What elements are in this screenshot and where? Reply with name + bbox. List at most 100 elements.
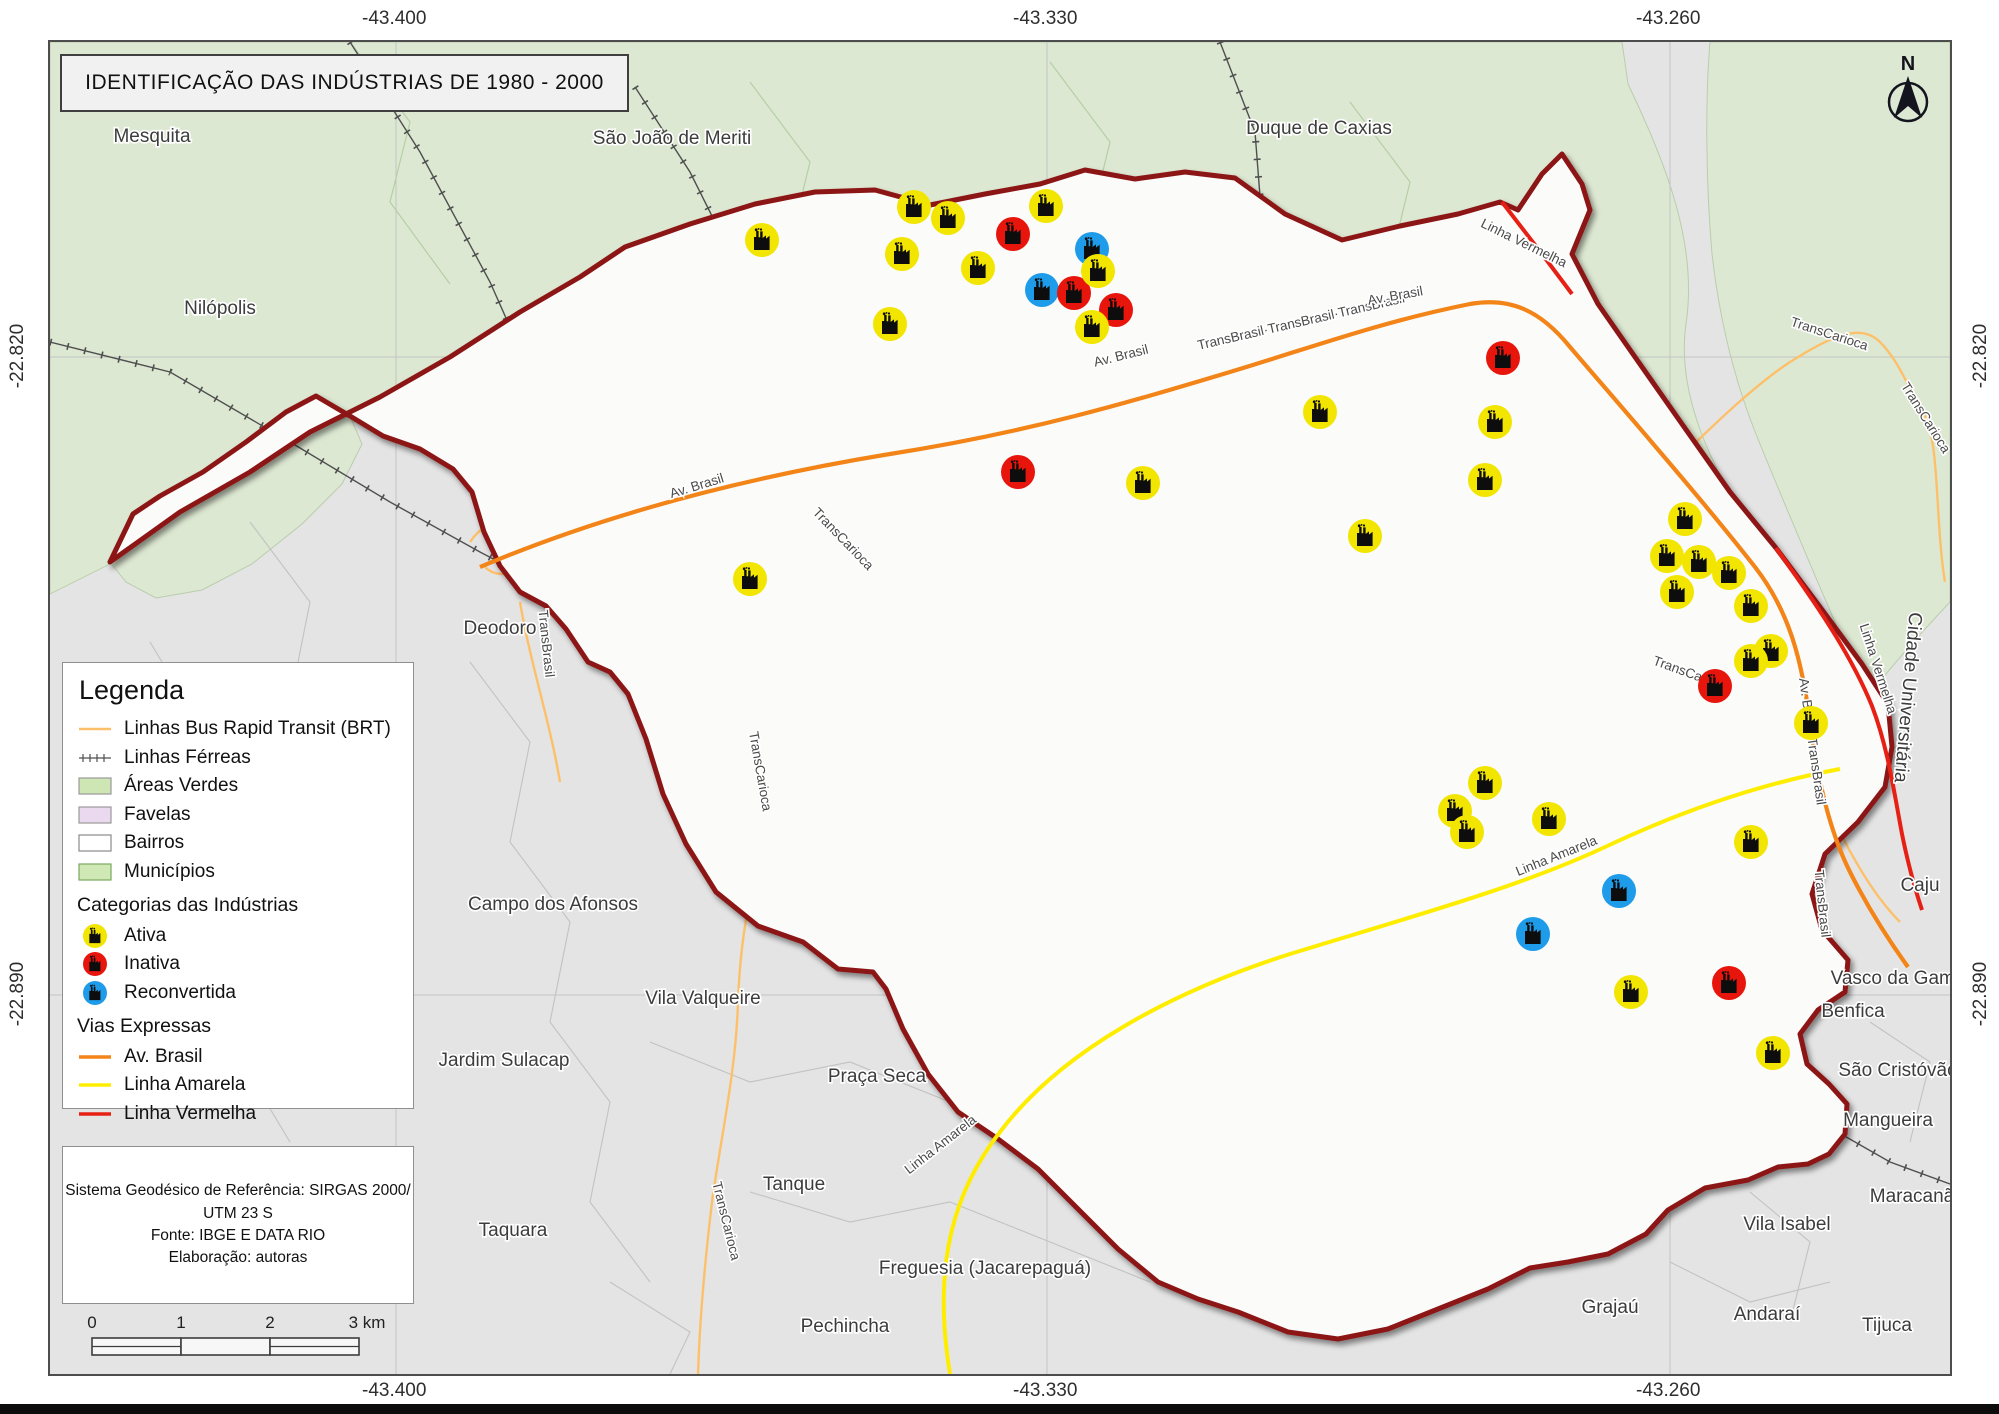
marker-ativa	[1303, 395, 1337, 429]
legend-item-label: Linha Amarela	[124, 1074, 245, 1096]
marker-ativa	[733, 562, 767, 596]
legend-item: Favelas	[77, 802, 399, 828]
place-label: Deodoro	[464, 618, 537, 639]
coord-bottom-2: -43.330	[1013, 1380, 1077, 1402]
place-label: Mangueira	[1843, 1110, 1933, 1131]
bottom-strip	[0, 1404, 1999, 1414]
legend-line-swatch	[77, 1072, 113, 1098]
legend-item: Linhas Bus Rapid Transit (BRT)	[77, 716, 399, 742]
place-label: Jardim Sulacap	[439, 1050, 570, 1071]
place-label: São João de Meriti	[593, 128, 751, 149]
legend-area-swatch	[77, 802, 113, 828]
marker-ativa	[1734, 644, 1768, 678]
legend-item: Linha Vermelha	[77, 1101, 399, 1127]
place-label: Tanque	[763, 1174, 825, 1195]
legend-railway-swatch	[77, 745, 113, 771]
legend-line-swatch	[77, 1101, 113, 1127]
legend-item-label: Favelas	[124, 804, 191, 826]
legend-marker-swatch	[77, 951, 113, 977]
place-label: Caju	[1900, 875, 1939, 896]
place-label: Praça Seca	[828, 1066, 927, 1087]
place-label: Taquara	[479, 1220, 548, 1241]
legend-marker-swatch	[77, 980, 113, 1006]
marker-reconvertida	[1025, 273, 1059, 307]
marker-ativa	[1756, 1036, 1790, 1070]
coord-top-1: -43.400	[362, 8, 426, 30]
scale-label-0: 0	[87, 1313, 96, 1332]
marker-ativa	[1668, 502, 1702, 536]
marker-inativa	[1698, 669, 1732, 703]
scale-label-1: 1	[176, 1313, 185, 1332]
legend-item: Áreas Verdes	[77, 773, 399, 799]
north-arrow-label: N	[1901, 53, 1915, 75]
legend-item-label: Inativa	[124, 953, 180, 975]
marker-ativa	[1682, 545, 1716, 579]
marker-ativa	[1794, 706, 1828, 740]
legend-item-label: Linhas Férreas	[124, 747, 251, 769]
scale-label-2: 2	[265, 1313, 274, 1332]
place-label: Maracanã	[1870, 1186, 1950, 1207]
place-label: Pechincha	[801, 1316, 890, 1337]
place-label: Benfica	[1821, 1001, 1885, 1022]
place-label: São Cristóvão	[1838, 1060, 1950, 1081]
marker-ativa	[1348, 519, 1382, 553]
marker-inativa	[996, 217, 1030, 251]
coord-left-1: -22.820	[7, 320, 29, 392]
legend-line-swatch	[77, 1044, 113, 1070]
legend-section-heading: Vias Expressas	[77, 1015, 399, 1038]
marker-ativa	[1734, 825, 1768, 859]
marker-ativa	[1712, 556, 1746, 590]
place-label: Campo dos Afonsos	[468, 894, 638, 915]
info-line-4: Elaboração: autoras	[169, 1247, 308, 1269]
legend-item-label: Municípios	[124, 861, 215, 883]
marker-reconvertida	[1602, 874, 1636, 908]
coord-right-1: -22.820	[1970, 320, 1992, 392]
marker-inativa	[1001, 455, 1035, 489]
marker-ativa	[961, 251, 995, 285]
marker-ativa	[897, 190, 931, 224]
legend-area-swatch	[77, 773, 113, 799]
legend-item-label: Av. Brasil	[124, 1046, 203, 1068]
marker-inativa	[1486, 341, 1520, 375]
legend-panel: Legenda Linhas Bus Rapid Transit (BRT) Li…	[62, 662, 414, 1109]
reference-info-box: Sistema Geodésico de Referência: SIRGAS …	[62, 1146, 414, 1304]
marker-ativa	[1468, 766, 1502, 800]
marker-reconvertida	[1516, 917, 1550, 951]
coord-right-2: -22.890	[1970, 958, 1992, 1030]
legend-title: Legenda	[79, 675, 399, 706]
coord-top-3: -43.260	[1636, 8, 1700, 30]
legend-item: Linhas Férreas	[77, 745, 399, 771]
legend-area-swatch	[77, 830, 113, 856]
legend-item: Linha Amarela	[77, 1072, 399, 1098]
map-layout-page: -43.400 -43.330 -43.260 -43.400 -43.330 …	[0, 0, 1999, 1414]
marker-ativa	[931, 201, 965, 235]
marker-ativa	[1650, 539, 1684, 573]
marker-ativa	[1450, 815, 1484, 849]
marker-ativa	[1081, 254, 1115, 288]
place-label: Duque de Caxias	[1246, 118, 1392, 139]
place-label: Andaraí	[1734, 1304, 1801, 1325]
legend-item-label: Linha Vermelha	[124, 1103, 256, 1125]
marker-ativa	[1478, 405, 1512, 439]
marker-ativa	[1075, 310, 1109, 344]
legend-item: Municípios	[77, 859, 399, 885]
place-label: Grajaú	[1581, 1297, 1638, 1318]
legend-item: Inativa	[77, 951, 399, 977]
legend-area-swatch	[77, 859, 113, 885]
info-line-1: Sistema Geodésico de Referência: SIRGAS …	[65, 1180, 411, 1202]
coord-top-2: -43.330	[1013, 8, 1077, 30]
marker-ativa	[1468, 463, 1502, 497]
marker-ativa	[873, 307, 907, 341]
scale-label-3: 3 km	[349, 1313, 386, 1332]
place-label: Freguesia (Jacarepaguá)	[879, 1258, 1091, 1279]
place-label: Mesquita	[113, 126, 191, 147]
info-line-2: UTM 23 S	[203, 1203, 273, 1225]
scale-bar: 0 1 2 3 km	[72, 1312, 402, 1372]
info-line-3: Fonte: IBGE E DATA RIO	[151, 1225, 325, 1247]
place-label: Vasco da Gama	[1831, 968, 1950, 989]
legend-item: Bairros	[77, 830, 399, 856]
coord-left-2: -22.890	[7, 958, 29, 1030]
marker-ativa	[1532, 802, 1566, 836]
marker-ativa	[1126, 466, 1160, 500]
place-label: Nilópolis	[184, 298, 256, 319]
